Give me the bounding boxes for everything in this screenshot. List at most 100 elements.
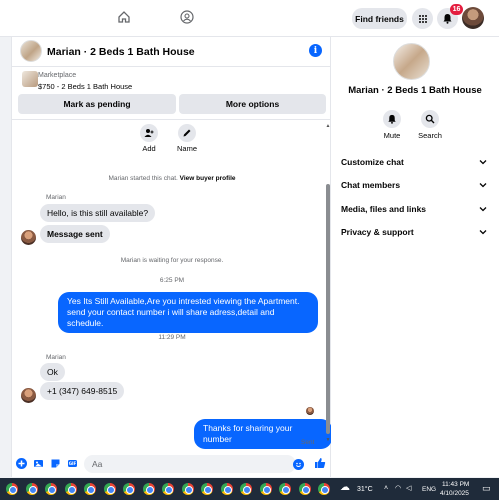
windows-taskbar: ☁ 31°C ˄ ◠ ◁ ENG 11:43 PM 4/10/2025 ▭ [0,478,499,500]
chrome-window-icon[interactable] [64,483,77,495]
emoji-icon[interactable] [293,459,304,470]
incoming-message[interactable]: Hello, is this still available? [40,204,156,222]
photo-icon[interactable] [33,458,44,469]
add-member-action[interactable]: Add [134,124,164,153]
listing-price: $750 - 2 Beds 1 Bath House [38,82,133,91]
pencil-icon [178,124,196,142]
marketplace-label: Marketplace [38,72,77,79]
language-indicator[interactable]: ENG [422,486,436,493]
chrome-window-icon[interactable] [123,483,135,495]
chrome-window-icon[interactable] [259,483,272,495]
chrome-window-icon[interactable] [318,483,330,495]
marketplace-listing[interactable]: Marketplace $750 - 2 Beds 1 Bath House [12,68,332,96]
plus-icon[interactable] [16,458,27,469]
chevron-down-icon [479,160,487,165]
chrome-window-icon[interactable] [162,483,174,495]
temperature[interactable]: 31°C [357,486,373,493]
customize-chat-section[interactable]: Customize chat [341,157,491,171]
info-title: Marian · 2 Beds 1 Bath House [348,85,482,96]
tray-chevron-icon[interactable]: ˄ [384,485,388,492]
clock-time[interactable]: 11:43 PM [442,481,469,488]
chrome-window-icon[interactable] [201,483,213,495]
incoming-message[interactable]: +1 (347) 649-8515 [40,382,125,400]
outgoing-message[interactable]: Yes Its Still Available,Are you intreste… [58,292,318,333]
sticker-icon[interactable] [50,458,61,469]
scrollbar-thumb[interactable] [326,184,330,434]
timestamp: 11:29 PM [158,334,186,341]
waiting-notice: Marian is waiting for your response. [120,257,224,264]
chat-started-text: Marian started this chat. [108,175,178,182]
sender-name: Marian [46,354,66,361]
chrome-window-icon[interactable] [240,483,252,495]
timestamp: 6:25 PM [159,277,185,284]
privacy-support-section[interactable]: Privacy & support [341,227,491,241]
media-files-links-section[interactable]: Media, files and links [341,204,491,218]
mark-as-pending-button[interactable]: Mark as pending [18,94,176,114]
home-icon[interactable] [117,10,131,24]
chrome-window-icon[interactable] [45,483,57,495]
incoming-message[interactable]: Message sent [40,225,110,243]
network-icon[interactable]: ◠ [395,484,401,492]
chrome-window-icon[interactable] [220,483,233,495]
search-icon [421,110,439,128]
groups-icon[interactable] [180,10,194,24]
sent-status: Sent [301,439,315,446]
mute-action[interactable]: Mute [377,110,407,140]
sender-name: Marian [46,194,66,201]
mute-label: Mute [383,131,401,140]
add-person-icon [140,124,158,142]
notification-badge: 16 [450,4,463,15]
chat-members-section[interactable]: Chat members [341,180,491,194]
chevron-down-icon [479,207,487,212]
chrome-window-icon[interactable] [6,483,18,495]
chat-title[interactable]: Marian · 2 Beds 1 Bath House [47,46,195,58]
chrome-window-icon[interactable] [298,483,311,495]
seen-avatar [306,407,314,415]
menu-grid-icon[interactable] [412,8,433,29]
section-label: Media, files and links [341,204,427,214]
chat-header: Marian · 2 Beds 1 Bath House i [12,37,332,67]
weather-icon[interactable]: ☁ [340,482,350,493]
chrome-window-icon[interactable] [103,483,116,495]
search-action[interactable]: Search [415,110,445,140]
thumbs-up-icon[interactable] [314,457,326,468]
find-friends-button[interactable]: Find friends [352,8,407,29]
chrome-window-icon[interactable] [181,483,194,495]
chevron-down-icon [479,183,487,188]
chrome-window-icon[interactable] [279,483,291,495]
name-chat-action[interactable]: Name [172,124,202,153]
top-navigation-bar: Find friends 16 [0,0,499,37]
listing-thumbnail [22,71,38,87]
chrome-window-icon[interactable] [25,483,38,495]
profile-avatar[interactable] [462,7,484,29]
view-buyer-profile-link[interactable]: View buyer profile [180,175,236,182]
section-label: Privacy & support [341,227,414,237]
message-list[interactable]: Add Name Marian started this chat. View … [12,119,332,449]
section-label: Customize chat [341,157,404,167]
clock-date[interactable]: 4/10/2025 [440,490,469,497]
volume-icon[interactable]: ◁ [406,484,411,492]
sender-avatar[interactable] [21,230,36,245]
bell-icon [383,110,401,128]
svg-text:GIF: GIF [69,461,77,466]
gif-icon[interactable]: GIF [67,458,78,469]
listing-avatar[interactable] [20,40,42,62]
name-label: Name [176,144,197,153]
add-label: Add [142,144,156,153]
message-composer: GIF Aa [12,452,332,477]
more-options-button[interactable]: More options [179,94,326,114]
chat-window: Marian · 2 Beds 1 Bath House i Marketpla… [11,37,332,477]
chat-info-panel: Marian · 2 Beds 1 Bath House Mute Search… [331,37,499,477]
message-input[interactable]: Aa [84,455,296,473]
chat-started-notice: Marian started this chat. View buyer pro… [12,175,332,182]
sender-avatar[interactable] [21,388,36,403]
incoming-message[interactable]: Ok [40,363,65,381]
info-icon[interactable]: i [309,44,322,57]
section-label: Chat members [341,180,401,190]
chrome-window-icon[interactable] [84,483,96,495]
search-label: Search [418,131,442,140]
listing-avatar-large[interactable] [393,43,430,80]
chrome-window-icon[interactable] [142,483,155,495]
notification-center-icon[interactable]: ▭ [482,483,491,494]
chevron-down-icon [479,230,487,235]
